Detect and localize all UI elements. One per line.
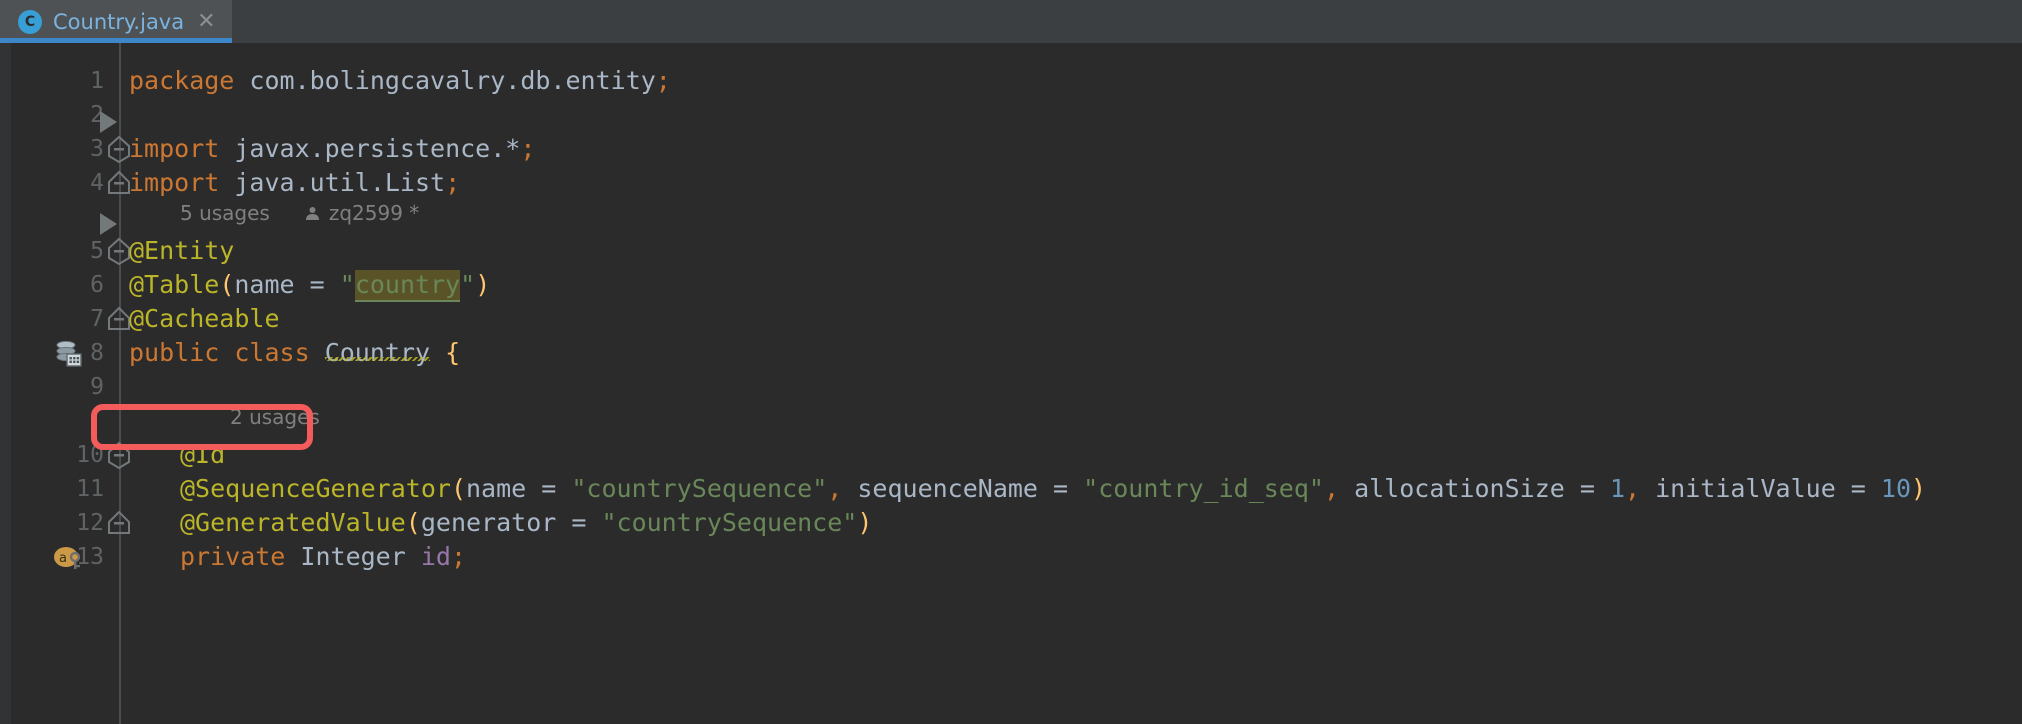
keyword-import: import <box>129 134 219 163</box>
param-allocation-size: allocationSize <box>1354 474 1565 503</box>
param-value-allocation-size: 1 <box>1610 474 1625 503</box>
param-sequence-name: sequenceName <box>857 474 1038 503</box>
code-line-13[interactable]: private Integer id; <box>0 535 2022 579</box>
person-icon <box>304 205 321 222</box>
semicolon: ; <box>445 168 460 197</box>
code-text-4: import java.util.List; <box>129 161 460 205</box>
param-name: name <box>466 474 526 503</box>
inlay-hint-usages[interactable]: 2 usages <box>230 399 320 435</box>
paren-open: ( <box>451 474 466 503</box>
equals: = <box>1836 474 1881 503</box>
import-path: javax.persistence.* <box>219 134 520 163</box>
paren-open: ( <box>219 270 234 299</box>
equals: = <box>526 474 571 503</box>
paren-open: ( <box>406 508 421 537</box>
keyword-class: class <box>234 338 309 367</box>
semicolon: ; <box>520 134 535 163</box>
brace-open: { <box>445 338 460 367</box>
keyword-import: import <box>129 168 219 197</box>
annotation-id: @Id <box>180 440 225 469</box>
keyword-public: public <box>129 338 219 367</box>
usages-count-label[interactable]: 2 usages <box>230 399 320 435</box>
comma: , <box>1324 474 1354 503</box>
keyword-private: private <box>180 542 285 571</box>
comma: , <box>827 474 857 503</box>
package-name: com.bolingcavalry.db.entity <box>234 66 655 95</box>
code-text-1: package com.bolingcavalry.db.entity; <box>129 59 671 103</box>
param-value-initial-value: 10 <box>1881 474 1911 503</box>
equals: = <box>556 508 601 537</box>
param-value-generator: "countrySequence" <box>601 508 857 537</box>
code-editor[interactable]: 12345678910111213a 5 usageszq2599 *2 usa… <box>0 43 2022 724</box>
quote-close: " <box>460 270 475 299</box>
param-name: name <box>234 270 294 299</box>
param-generator: generator <box>421 508 556 537</box>
annotation-entity: @Entity <box>129 236 234 265</box>
type-integer: Integer <box>285 542 420 571</box>
code-line-1[interactable]: package com.bolingcavalry.db.entity; <box>0 59 2022 103</box>
keyword-package: package <box>129 66 234 95</box>
param-value-sequence-name: "country_id_seq" <box>1083 474 1324 503</box>
semicolon: ; <box>451 542 466 571</box>
annotation-table: @Table <box>129 270 219 299</box>
comma: , <box>1625 474 1655 503</box>
code-line-8[interactable]: public class Country { <box>0 331 2022 375</box>
annotation-sequence-generator: @SequenceGenerator <box>180 474 451 503</box>
semicolon: ; <box>656 66 671 95</box>
editor-tab-bar: C Country.java ✕ <box>0 0 2022 43</box>
code-line-4[interactable]: import java.util.List; <box>0 161 2022 205</box>
field-id: id <box>421 542 451 571</box>
annotation-generated-value: @GeneratedValue <box>180 508 406 537</box>
equals: = <box>1565 474 1610 503</box>
close-icon[interactable]: ✕ <box>195 11 215 33</box>
param-initial-value: initialValue <box>1655 474 1836 503</box>
param-value-name: "countrySequence" <box>571 474 827 503</box>
tab-country-java[interactable]: C Country.java ✕ <box>0 0 232 43</box>
paren-close: ) <box>475 270 490 299</box>
tab-title: Country.java <box>53 10 184 34</box>
java-class-icon: C <box>18 10 42 34</box>
annotation-cacheable: @Cacheable <box>129 304 280 333</box>
class-name-country[interactable]: Country <box>325 338 430 367</box>
quote-open: " <box>340 270 355 299</box>
paren-close: ) <box>857 508 872 537</box>
code-text-13: private Integer id; <box>180 535 466 579</box>
equals: = <box>295 270 340 299</box>
equals: = <box>1038 474 1083 503</box>
import-path: java.util.List <box>219 168 445 197</box>
code-text-8: public class Country { <box>129 331 460 375</box>
paren-close: ) <box>1911 474 1926 503</box>
